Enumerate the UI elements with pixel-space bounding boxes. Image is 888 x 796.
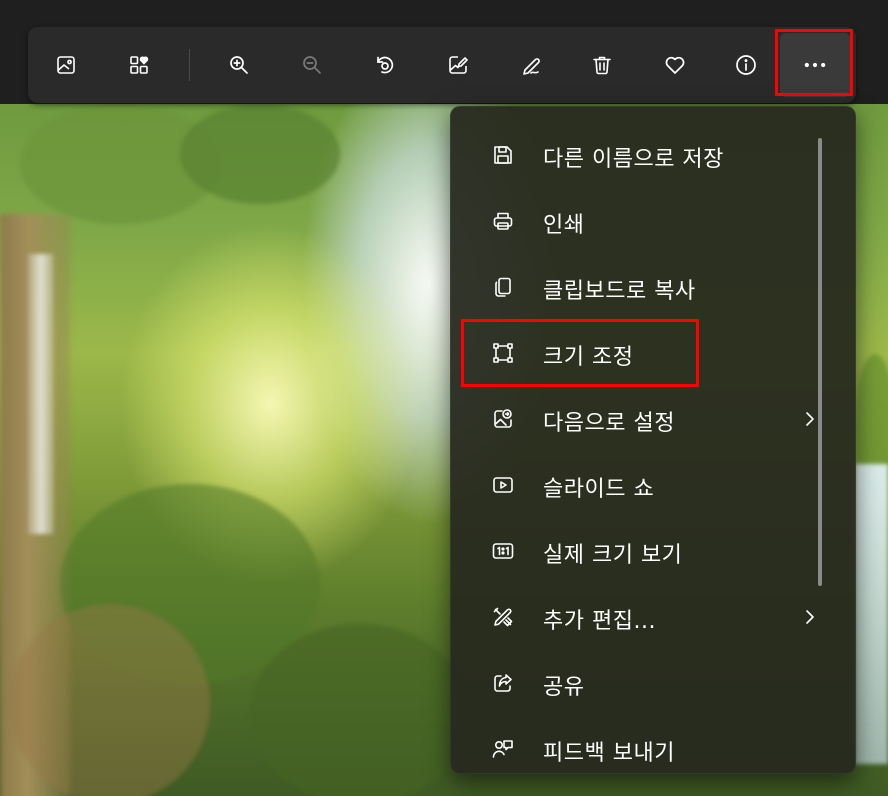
more-icon	[804, 62, 826, 68]
info-button[interactable]	[728, 47, 764, 83]
photo-waterfall	[28, 254, 54, 534]
collections-button[interactable]	[121, 47, 157, 83]
actual-size-icon	[491, 539, 515, 563]
menu-item-feedback[interactable]: 피드백 보내기	[461, 721, 821, 777]
gallery-button[interactable]	[48, 47, 84, 83]
menu-item-set-as[interactable]: 다음으로 설정	[461, 391, 821, 447]
menu-item-label: 실제 크기 보기	[543, 543, 683, 568]
menu-item-label: 추가 편집...	[543, 609, 656, 634]
favorite-button[interactable]	[657, 47, 693, 83]
menu-item-slideshow[interactable]: 슬라이드 쇼	[461, 457, 821, 513]
photo-water	[855, 464, 888, 764]
menu-item-label: 클립보드로 복사	[543, 279, 696, 304]
zoom-out-button[interactable]	[294, 47, 330, 83]
menu-item-label: 슬라이드 쇼	[543, 477, 655, 502]
menu-item-print[interactable]: 인쇄	[461, 193, 821, 249]
menu-item-copy[interactable]: 클립보드로 복사	[461, 259, 821, 315]
toolbar-separator	[189, 49, 190, 81]
menu-item-more-edit[interactable]: 추가 편집...	[461, 589, 821, 645]
copy-icon	[491, 275, 515, 299]
delete-icon	[593, 56, 611, 75]
zoom-out-icon	[303, 56, 321, 74]
favorite-icon	[665, 56, 685, 74]
collections-icon	[130, 56, 149, 74]
menu-item-label: 다음으로 설정	[543, 411, 675, 436]
print-icon	[491, 209, 515, 233]
rotate-button[interactable]	[367, 47, 403, 83]
menu-scrollbar[interactable]	[818, 138, 822, 586]
photo-foliage	[10, 604, 210, 796]
resize-icon	[491, 341, 515, 365]
zoom-in-icon	[230, 56, 248, 74]
zoom-in-button[interactable]	[221, 47, 257, 83]
save-icon	[491, 143, 515, 167]
menu-item-label: 피드백 보내기	[543, 741, 675, 766]
menu-item-actual-size[interactable]: 실제 크기 보기	[461, 523, 821, 579]
menu-item-label: 인쇄	[543, 213, 585, 238]
more-edit-icon	[491, 605, 515, 629]
menu-item-share[interactable]: 공유	[461, 655, 821, 711]
menu-item-label: 공유	[543, 675, 585, 700]
edit-image-icon	[449, 56, 468, 74]
more-options-button[interactable]	[780, 33, 850, 97]
toolbar	[28, 27, 856, 103]
chevron-right-icon	[801, 607, 819, 627]
draw-icon	[523, 58, 540, 75]
photo-foliage	[180, 104, 340, 204]
info-icon	[736, 55, 756, 75]
edit-image-button[interactable]	[440, 47, 476, 83]
slideshow-icon	[491, 473, 515, 497]
menu-item-label: 크기 조정	[543, 345, 634, 370]
menu-item-label: 다른 이름으로 저장	[543, 147, 724, 172]
share-icon	[491, 671, 515, 695]
more-options-menu: 다른 이름으로 저장 인쇄 클립보드로 복사 크기 조정 다음으로 설정 슬라이…	[450, 106, 856, 774]
menu-item-resize[interactable]: 크기 조정	[461, 325, 821, 381]
photo-foliage	[250, 624, 470, 796]
chevron-right-icon	[801, 409, 819, 429]
gallery-icon	[57, 56, 75, 74]
menu-item-save-as[interactable]: 다른 이름으로 저장	[461, 127, 821, 183]
delete-button[interactable]	[584, 47, 620, 83]
feedback-icon	[491, 737, 515, 761]
draw-button[interactable]	[513, 47, 549, 83]
rotate-icon	[377, 56, 394, 74]
set-as-icon	[491, 407, 515, 431]
